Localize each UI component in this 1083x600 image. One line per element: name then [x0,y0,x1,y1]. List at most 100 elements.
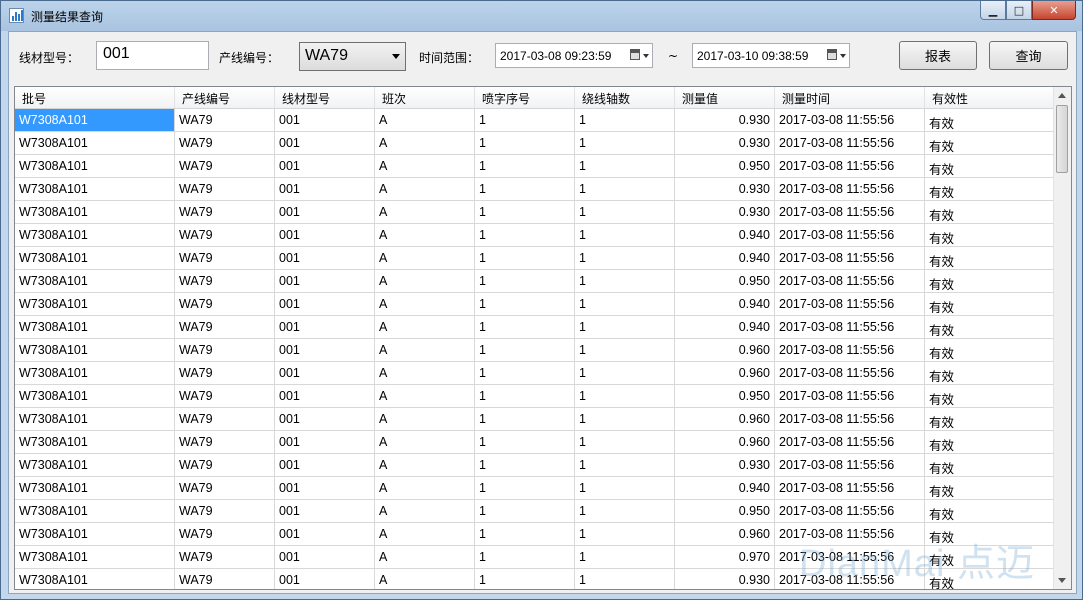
table-cell[interactable]: 001 [275,385,375,407]
table-cell[interactable]: 有效 [925,155,1055,177]
table-cell[interactable]: 2017-03-08 11:55:56 [775,270,925,292]
table-cell[interactable]: 0.930 [675,201,775,223]
table-cell[interactable]: 1 [575,408,675,430]
table-cell[interactable]: 1 [575,155,675,177]
table-cell[interactable]: 1 [475,247,575,269]
table-cell[interactable]: 0.940 [675,316,775,338]
table-cell[interactable]: 1 [575,339,675,361]
table-cell[interactable]: 001 [275,247,375,269]
table-cell[interactable]: 2017-03-08 11:55:56 [775,224,925,246]
table-cell[interactable]: 001 [275,569,375,589]
vertical-scrollbar[interactable] [1053,87,1071,589]
table-cell[interactable]: 有效 [925,454,1055,476]
table-cell[interactable]: 1 [475,201,575,223]
table-cell[interactable]: 1 [575,201,675,223]
table-cell[interactable]: 001 [275,224,375,246]
table-cell[interactable]: 2017-03-08 11:55:56 [775,408,925,430]
table-cell[interactable]: W7308A101 [15,155,175,177]
table-cell[interactable]: 有效 [925,500,1055,522]
table-row[interactable]: W7308A101 WA79 001 A 1 1 0.940 2017-03-08 11:55… [15,316,1055,339]
column-header[interactable]: 线材型号 [275,87,375,108]
table-cell[interactable]: 有效 [925,523,1055,545]
table-cell[interactable]: WA79 [175,178,275,200]
table-cell[interactable]: 1 [475,477,575,499]
table-row[interactable]: W7308A101 WA79 001 A 1 1 0.960 2017-03-08 11:55… [15,431,1055,454]
table-cell[interactable]: 1 [575,362,675,384]
table-cell[interactable]: W7308A101 [15,201,175,223]
table-cell[interactable]: 0.940 [675,293,775,315]
table-cell[interactable]: 1 [475,293,575,315]
table-cell[interactable]: 有效 [925,385,1055,407]
table-cell[interactable]: WA79 [175,477,275,499]
table-cell[interactable]: A [375,316,475,338]
table-cell[interactable]: 2017-03-08 11:55:56 [775,109,925,131]
table-cell[interactable]: 1 [475,316,575,338]
maximize-button[interactable]: □ [1006,1,1032,20]
table-cell[interactable]: 1 [575,316,675,338]
table-cell[interactable]: 0.960 [675,431,775,453]
table-cell[interactable]: W7308A101 [15,132,175,154]
table-row[interactable]: W7308A101 WA79 001 A 1 1 0.930 2017-03-08 11:55… [15,454,1055,477]
table-cell[interactable]: 0.970 [675,546,775,568]
table-cell[interactable]: 001 [275,500,375,522]
table-row[interactable]: W7308A101 WA79 001 A 1 1 0.960 2017-03-08 11:55… [15,362,1055,385]
table-cell[interactable]: WA79 [175,132,275,154]
report-button[interactable]: 报表 [899,41,977,70]
table-row[interactable]: W7308A101 WA79 001 A 1 1 0.940 2017-03-08 11:55… [15,477,1055,500]
table-cell[interactable]: W7308A101 [15,500,175,522]
table-cell[interactable]: 有效 [925,293,1055,315]
table-cell[interactable]: 有效 [925,362,1055,384]
table-cell[interactable]: 0.960 [675,523,775,545]
column-header[interactable]: 有效性 [925,87,1055,108]
table-cell[interactable]: 2017-03-08 11:55:56 [775,293,925,315]
table-cell[interactable]: 2017-03-08 11:55:56 [775,385,925,407]
title-bar[interactable]: 测量结果查询 ▁ □ ✕ [1,1,1082,31]
table-cell[interactable]: 1 [575,178,675,200]
table-cell[interactable]: 2017-03-08 11:55:56 [775,362,925,384]
table-cell[interactable]: 有效 [925,477,1055,499]
scroll-up-arrow-icon[interactable] [1058,93,1066,98]
table-cell[interactable]: 2017-03-08 11:55:56 [775,477,925,499]
table-cell[interactable]: 1 [575,477,675,499]
table-cell[interactable]: WA79 [175,569,275,589]
table-cell[interactable]: 1 [575,247,675,269]
table-row[interactable]: W7308A101 WA79 001 A 1 1 0.940 2017-03-08 11:55… [15,247,1055,270]
table-cell[interactable]: 有效 [925,178,1055,200]
table-cell[interactable]: 1 [475,569,575,589]
table-cell[interactable]: WA79 [175,224,275,246]
close-button[interactable]: ✕ [1032,1,1076,20]
table-cell[interactable]: A [375,454,475,476]
table-cell[interactable]: 0.930 [675,132,775,154]
table-cell[interactable]: A [375,155,475,177]
calendar-icon[interactable] [630,49,640,60]
table-cell[interactable]: 2017-03-08 11:55:56 [775,546,925,568]
table-cell[interactable]: W7308A101 [15,316,175,338]
table-cell[interactable]: WA79 [175,362,275,384]
column-header[interactable]: 喷字序号 [475,87,575,108]
table-cell[interactable]: A [375,201,475,223]
table-cell[interactable]: 1 [575,523,675,545]
table-cell[interactable]: 2017-03-08 11:55:56 [775,201,925,223]
table-cell[interactable]: 0.930 [675,178,775,200]
table-cell[interactable]: 001 [275,523,375,545]
table-cell[interactable]: W7308A101 [15,546,175,568]
table-cell[interactable]: 2017-03-08 11:55:56 [775,132,925,154]
table-cell[interactable]: 1 [475,132,575,154]
table-cell[interactable]: 001 [275,293,375,315]
table-cell[interactable]: 1 [575,454,675,476]
table-cell[interactable]: 1 [475,431,575,453]
table-cell[interactable]: 有效 [925,224,1055,246]
table-cell[interactable]: 有效 [925,270,1055,292]
column-header[interactable]: 班次 [375,87,475,108]
table-cell[interactable]: WA79 [175,155,275,177]
table-cell[interactable]: 0.950 [675,270,775,292]
table-cell[interactable]: W7308A101 [15,569,175,589]
line-no-select[interactable]: WA79 [299,42,406,71]
table-cell[interactable]: 有效 [925,247,1055,269]
table-cell[interactable]: 2017-03-08 11:55:56 [775,155,925,177]
table-cell[interactable]: 1 [475,362,575,384]
table-cell[interactable]: W7308A101 [15,408,175,430]
table-cell[interactable]: 2017-03-08 11:55:56 [775,178,925,200]
table-cell[interactable]: 1 [575,385,675,407]
table-cell[interactable]: 有效 [925,431,1055,453]
